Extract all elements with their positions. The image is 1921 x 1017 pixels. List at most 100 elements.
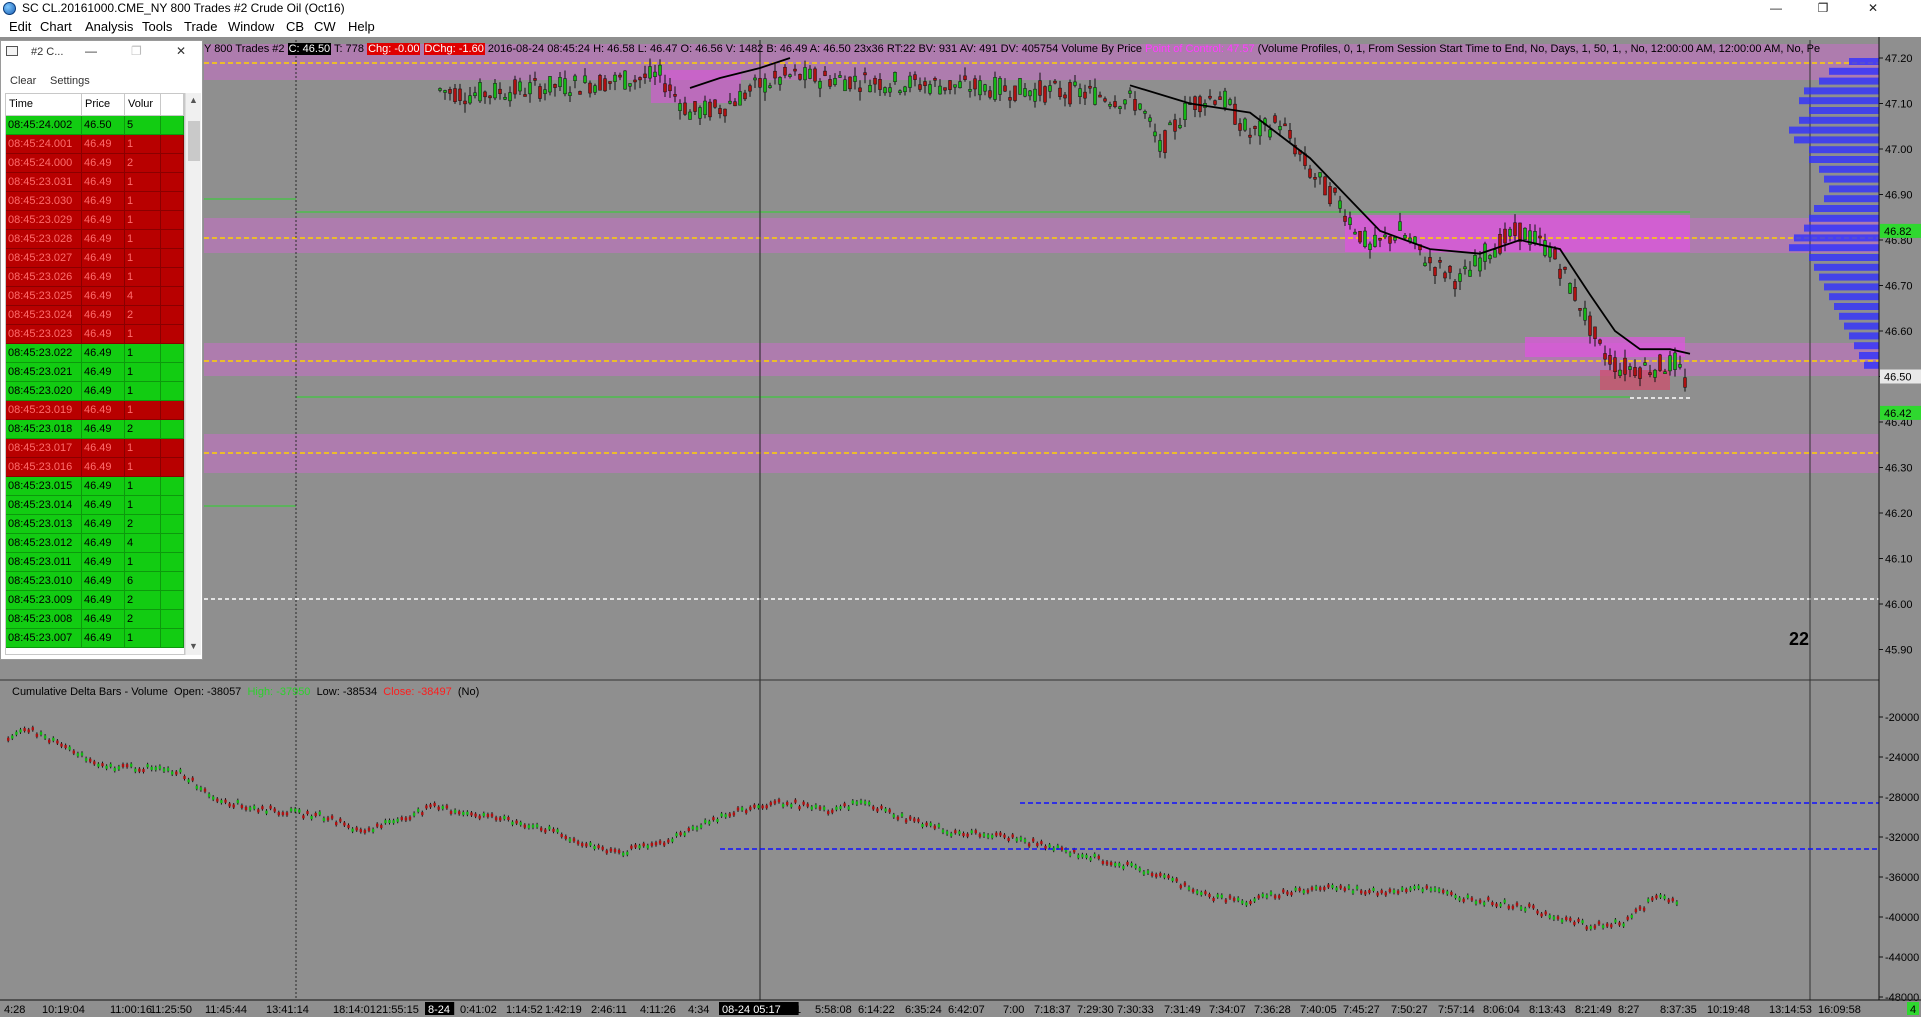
delta-axis-label: -28000 — [1885, 792, 1919, 804]
candle-body — [753, 77, 757, 81]
time-axis-label: 4:28 — [4, 1004, 25, 1016]
ts-title-bar[interactable]: #2 C... — ❐ ✕ — [1, 41, 202, 63]
table-row[interactable]: 08:45:23.029 46.49 1 — [6, 211, 184, 230]
candle-body — [723, 108, 727, 117]
table-row[interactable]: 08:45:23.008 46.49 2 — [6, 610, 184, 629]
ts-col-time[interactable]: Time — [6, 94, 82, 115]
table-row[interactable]: 08:45:23.012 46.49 4 — [6, 534, 184, 553]
delta-bar-body — [1540, 913, 1543, 917]
volume-profile-bar — [1814, 205, 1879, 212]
delta-bar-body — [1524, 908, 1527, 912]
candle-body — [1658, 354, 1662, 371]
table-row[interactable]: 08:45:23.013 46.49 2 — [6, 515, 184, 534]
menu-trade[interactable]: Trade — [184, 17, 217, 37]
delta-bar-body — [995, 832, 998, 836]
delta-bar-body — [802, 801, 805, 805]
delta-bar-body — [404, 817, 408, 821]
delta-bar-body — [1282, 889, 1285, 893]
table-row[interactable]: 08:45:24.001 46.49 1 — [6, 135, 184, 154]
table-row[interactable]: 08:45:23.025 46.49 4 — [6, 287, 184, 306]
delta-bar-body — [1671, 898, 1674, 902]
table-row[interactable]: 08:45:23.028 46.49 1 — [6, 230, 184, 249]
delta-bar-body — [1159, 873, 1162, 877]
maximize-button[interactable]: ❐ — [1800, 0, 1846, 17]
volume-profile-bar — [1849, 58, 1879, 65]
table-row[interactable]: 08:45:23.021 46.49 1 — [6, 363, 184, 382]
delta-bar-body — [1093, 853, 1096, 857]
ts-cell-price: 46.49 — [82, 496, 125, 515]
ts-col-price[interactable]: Price — [82, 94, 125, 115]
menu-help[interactable]: Help — [348, 17, 375, 37]
table-row[interactable]: 08:45:23.010 46.49 6 — [6, 572, 184, 591]
chart-canvas[interactable]: 47.2047.1047.0046.9046.8046.7046.6046.50… — [0, 37, 1921, 1017]
scroll-down-icon[interactable]: ▼ — [189, 641, 198, 651]
menu-edit[interactable]: Edit — [9, 17, 31, 37]
candle-body — [508, 92, 512, 102]
menu-tools[interactable]: Tools — [142, 17, 172, 37]
table-row[interactable]: 08:45:24.002 46.50 5 — [6, 116, 184, 135]
table-row[interactable]: 08:45:23.014 46.49 1 — [6, 496, 184, 515]
delta-bar-body — [1109, 862, 1113, 866]
menu-chart[interactable]: Chart — [40, 17, 72, 37]
close-button[interactable]: ✕ — [1850, 0, 1896, 17]
candle-body — [1278, 126, 1282, 131]
candle-body — [1378, 237, 1382, 241]
table-row[interactable]: 08:45:23.024 46.49 2 — [6, 306, 184, 325]
candle-body — [1133, 99, 1137, 111]
table-row[interactable]: 08:45:23.023 46.49 1 — [6, 325, 184, 344]
ts-cell-side-bar — [161, 401, 184, 420]
ts-settings-button[interactable]: Settings — [50, 75, 90, 87]
candle-body — [1313, 177, 1317, 180]
ts-col-volume[interactable]: Volur — [125, 94, 161, 115]
delta-bar-body — [962, 833, 965, 837]
ts-maximize-button[interactable]: ❐ — [131, 44, 142, 58]
ts-close-button[interactable]: ✕ — [176, 44, 186, 58]
ts-scroll-thumb[interactable] — [188, 121, 200, 161]
table-row[interactable]: 08:45:23.018 46.49 2 — [6, 420, 184, 439]
table-row[interactable]: 08:45:23.007 46.49 1 — [6, 629, 184, 648]
table-row[interactable]: 08:45:24.000 46.49 2 — [6, 154, 184, 173]
table-row[interactable]: 08:45:23.009 46.49 2 — [6, 591, 184, 610]
menu-window[interactable]: Window — [228, 17, 274, 37]
candle-body — [493, 83, 497, 99]
ts-clear-button[interactable]: Clear — [10, 75, 36, 87]
time-and-sales-window[interactable]: #2 C... — ❐ ✕ Clear Settings Time Price … — [0, 40, 203, 660]
ts-col-extra[interactable] — [161, 94, 184, 115]
menu-cb[interactable]: CB — [286, 17, 304, 37]
delta-bar-body — [646, 845, 649, 849]
candle-body — [1428, 257, 1432, 264]
table-row[interactable]: 08:45:23.030 46.49 1 — [6, 192, 184, 211]
table-row[interactable]: 08:45:23.019 46.49 1 — [6, 401, 184, 420]
table-row[interactable]: 08:45:23.020 46.49 1 — [6, 382, 184, 401]
table-row[interactable]: 08:45:23.026 46.49 1 — [6, 268, 184, 287]
delta-bar-body — [39, 731, 43, 735]
delta-bar-body — [367, 827, 371, 831]
ts-cell-price: 46.50 — [82, 116, 125, 135]
delta-bar-body — [1130, 862, 1133, 866]
ts-scrollbar[interactable]: ▲ ▼ — [185, 93, 201, 655]
scroll-up-icon[interactable]: ▲ — [189, 95, 198, 105]
candle-body — [1288, 130, 1292, 139]
delta-bar-body — [650, 842, 654, 846]
candle-body — [1403, 235, 1407, 239]
delta-axis-label: -44000 — [1885, 952, 1919, 964]
table-row[interactable]: 08:45:23.027 46.49 1 — [6, 249, 184, 268]
menu-analysis[interactable]: Analysis — [85, 17, 133, 37]
volume-profile-bar — [1804, 224, 1879, 232]
volume-profile-bar — [1809, 156, 1879, 163]
table-row[interactable]: 08:45:23.015 46.49 1 — [6, 477, 184, 496]
candle-body — [1513, 222, 1517, 236]
table-row[interactable]: 08:45:23.016 46.49 1 — [6, 458, 184, 477]
table-row[interactable]: 08:45:23.031 46.49 1 — [6, 173, 184, 192]
ts-grid[interactable]: Time Price Volur 08:45:24.002 46.50 5 08:45… — [5, 93, 185, 655]
delta-bar-body — [954, 830, 957, 834]
volume-profile-bar — [1829, 67, 1879, 75]
candle-body — [968, 89, 972, 92]
table-row[interactable]: 08:45:23.017 46.49 1 — [6, 439, 184, 458]
minimize-button[interactable]: — — [1753, 0, 1799, 17]
menu-cw[interactable]: CW — [314, 17, 336, 37]
delta-bar-body — [93, 761, 96, 765]
table-row[interactable]: 08:45:23.022 46.49 1 — [6, 344, 184, 363]
ts-minimize-button[interactable]: — — [85, 44, 97, 58]
table-row[interactable]: 08:45:23.011 46.49 1 — [6, 553, 184, 572]
